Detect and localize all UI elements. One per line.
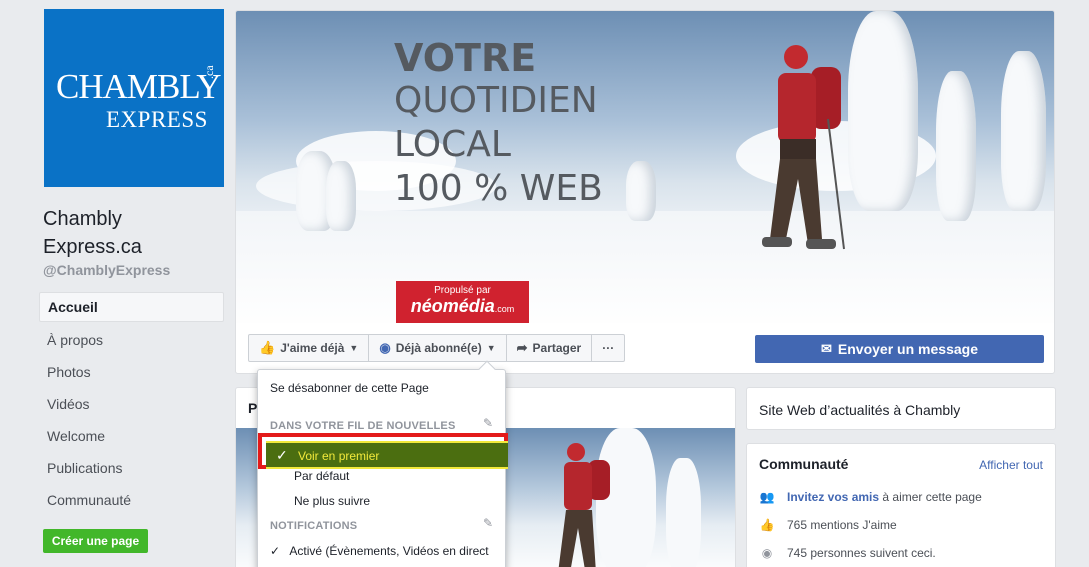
default-item[interactable]: Par défaut — [294, 469, 349, 483]
pencil-icon[interactable]: ✎ — [483, 516, 493, 530]
see-first-item[interactable]: ✓ Voir en premier — [266, 441, 508, 469]
page-nav: Accueil À propos Photos Vidéos Welcome P… — [39, 292, 224, 516]
share-label: Partager — [532, 341, 582, 355]
about-card: Site Web d’actualités à Chambly — [746, 387, 1056, 430]
followers-row: ◉ 745 personnes suivent ceci. — [759, 546, 936, 560]
notifications-active-item[interactable]: ✓ Activé (Évènements, Vidéos en direct — [270, 544, 489, 558]
cover-section: VOTRE QUOTIDIEN LOCAL 100 % WEB Propulsé… — [235, 10, 1055, 374]
cover-slogan: VOTRE QUOTIDIEN LOCAL 100 % WEB — [394, 39, 603, 215]
unsubscribe-item[interactable]: Se désabonner de cette Page — [270, 381, 429, 395]
nav-item-videos[interactable]: Vidéos — [39, 388, 224, 420]
see-all-link[interactable]: Afficher tout — [979, 458, 1043, 472]
cover-line3: LOCAL — [394, 124, 511, 165]
cover-photo[interactable] — [236, 11, 1054, 323]
messenger-icon: ✉ — [821, 341, 832, 356]
thumbs-up-icon: 👍 — [759, 518, 775, 532]
nav-item-publications[interactable]: Publications — [39, 452, 224, 484]
notifications-section-header: NOTIFICATIONS — [270, 520, 358, 532]
post-hiker-illustration — [558, 443, 610, 567]
pencil-icon[interactable]: ✎ — [483, 416, 493, 430]
like-label: J'aime déjà — [280, 341, 345, 355]
thumbs-up-icon: 👍 — [259, 340, 276, 355]
cover-line1: VOTRE — [394, 36, 537, 80]
send-message-button[interactable]: ✉ Envoyer un message — [755, 335, 1044, 363]
invite-row: 👥 Invitez vos amis à aimer cette page — [759, 490, 982, 504]
community-title: Communauté — [759, 456, 849, 472]
check-icon: ✓ — [270, 544, 281, 558]
sponsor-name: néomédia — [410, 296, 495, 316]
sponsor-suffix: .com — [494, 304, 515, 314]
page-handle[interactable]: @ChamblyExpress — [43, 262, 170, 278]
page-actions: 👍 J'aime déjà ▼ ◉ Déjà abonné(e) ▼ ➦ Par… — [248, 334, 626, 362]
sponsor-prefix: Propulsé par — [434, 285, 491, 296]
see-first-label: Voir en premier — [298, 449, 380, 463]
logo-line2: EXPRESS — [106, 107, 208, 132]
rss-icon: ◉ — [379, 340, 391, 355]
hiker-illustration — [762, 45, 845, 250]
like-button[interactable]: 👍 J'aime déjà ▼ — [249, 335, 370, 361]
friends-icon: 👥 — [759, 490, 775, 504]
nav-item-accueil[interactable]: Accueil — [39, 292, 224, 322]
feed-section-header: DANS VOTRE FIL DE NOUVELLES — [270, 420, 456, 432]
rss-icon: ◉ — [761, 546, 773, 560]
caret-down-icon: ▼ — [349, 343, 359, 353]
check-icon: ✓ — [276, 447, 288, 463]
sponsor-badge: Propulsé par néomédia.com — [396, 281, 529, 323]
unfollow-item[interactable]: Ne plus suivre — [294, 494, 370, 508]
caret-down-icon: ▼ — [486, 343, 496, 353]
subscription-dropdown: Se désabonner de cette Page DANS VOTRE F… — [257, 360, 508, 567]
page-title[interactable]: Chambly Express.ca — [43, 205, 223, 261]
about-text: Site Web d’actualités à Chambly — [759, 402, 961, 418]
cover-line4: 100 % WEB — [394, 168, 603, 209]
invite-text: à aimer cette page — [879, 490, 982, 504]
likes-count: 765 mentions J'aime — [787, 518, 897, 532]
highlight-box: ✓ Voir en premier — [258, 433, 508, 469]
invite-friends-link[interactable]: Invitez vos amis — [787, 490, 879, 504]
send-message-label: Envoyer un message — [837, 341, 978, 357]
cover-line2: QUOTIDIEN — [394, 80, 598, 121]
page-logo[interactable]: CHAMBLY .ca EXPRESS — [44, 9, 224, 187]
more-icon: ··· — [602, 341, 615, 355]
share-button[interactable]: ➦ Partager — [507, 335, 593, 361]
subscribed-button[interactable]: ◉ Déjà abonné(e) ▼ — [369, 335, 507, 361]
nav-item-a-propos[interactable]: À propos — [39, 324, 224, 356]
notifications-active-label: Activé (Évènements, Vidéos en direct — [289, 544, 489, 558]
community-card: Communauté Afficher tout 👥 Invitez vos a… — [746, 443, 1056, 567]
subscribed-label: Déjà abonné(e) — [395, 341, 482, 355]
followers-count: 745 personnes suivent ceci. — [787, 546, 936, 560]
create-page-button[interactable]: Créer une page — [43, 529, 148, 553]
more-button[interactable]: ··· — [592, 335, 624, 361]
share-arrow-icon: ➦ — [516, 340, 528, 355]
nav-item-welcome[interactable]: Welcome — [39, 420, 224, 452]
nav-item-communaute[interactable]: Communauté — [39, 484, 224, 516]
nav-item-photos[interactable]: Photos — [39, 356, 224, 388]
logo-suffix: .ca — [202, 65, 216, 79]
likes-row: 👍 765 mentions J'aime — [759, 518, 897, 532]
logo-line1: CHAMBLY — [56, 67, 222, 106]
